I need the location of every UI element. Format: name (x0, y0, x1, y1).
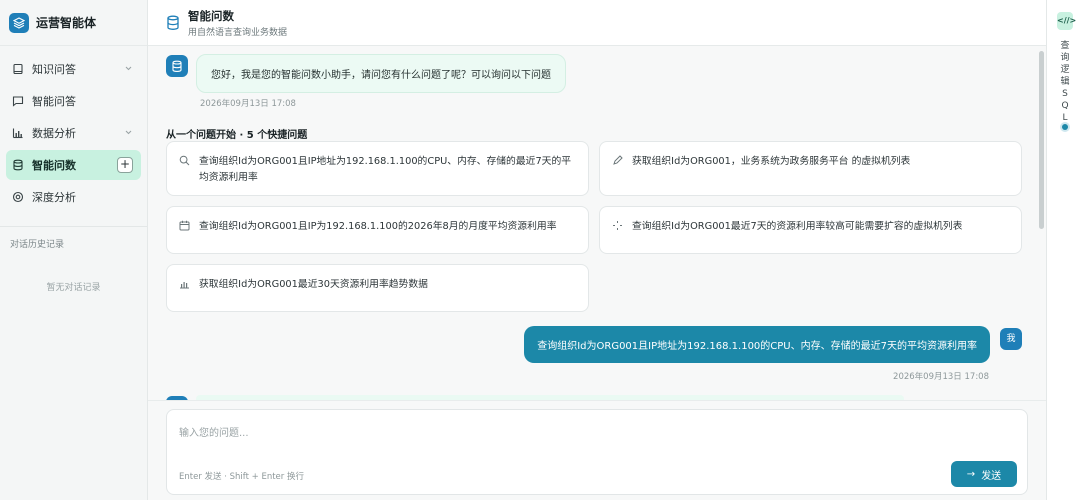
send-button[interactable]: → 发送 (951, 461, 1017, 487)
sidebar-item-smart-data-query[interactable]: 智能问数 + (6, 150, 141, 180)
sidebar-item-label: 数据分析 (32, 127, 76, 140)
book-icon (11, 62, 25, 76)
app-title: 运营智能体 (36, 16, 97, 30)
pen-icon (612, 155, 623, 166)
history-heading: 对话历史记录 (10, 240, 65, 250)
code-toggle-button[interactable]: <//> (1057, 12, 1076, 30)
sidebar-item-label: 智能问答 (32, 95, 76, 108)
target-icon (11, 190, 25, 204)
chat-icon (11, 94, 25, 108)
bars-icon (179, 278, 190, 289)
bar-chart-icon (11, 126, 25, 140)
quick-question-card[interactable]: 获取组织Id为ORG001，业务系统为政务服务平台 的虚拟机列表 (599, 141, 1022, 196)
sidebar-item-data-analysis[interactable]: 数据分析 (6, 118, 141, 148)
bot-message-bubble: 您好，我是您的智能问数小助手，请问您有什么问题了呢？可以询问以下问题 (196, 54, 566, 93)
chevron-down-icon (124, 63, 133, 76)
sidebar-nav: 知识问答 智能问答 数据分析 智能问数 + 深度分析 (0, 46, 147, 212)
send-button-label: 发送 (981, 470, 1002, 482)
database-icon (166, 15, 180, 31)
quick-question-card[interactable]: 查询组织Id为ORG001且IP地址为192.168.1.100的CPU、内存、… (166, 141, 589, 196)
quick-question-text: 查询组织Id为ORG001且IP为192.168.1.100的2026年8月的月… (199, 221, 557, 232)
quick-question-card[interactable]: 查询组织Id为ORG001最近7天的资源利用率较高可能需要扩容的虚拟机列表 (599, 206, 1022, 254)
sql-logic-tab[interactable]: 查询逻辑SQL (1059, 40, 1071, 124)
page-header: 智能问数 用自然语言查询业务数据 (148, 0, 1046, 46)
user-message-bubble: 查询组织Id为ORG001且IP地址为192.168.1.100的CPU、内存、… (524, 326, 990, 363)
sidebar-item-label: 智能问数 (32, 159, 76, 172)
chat-area[interactable]: 您好，我是您的智能问数小助手，请问您有什么问题了呢？可以询问以下问题 2026年… (148, 46, 1046, 400)
new-chat-button[interactable]: + (117, 157, 133, 173)
sidebar-item-label: 知识问答 (32, 63, 76, 76)
sidebar: 运营智能体 知识问答 智能问答 数据分析 智能问数 + 深度分析 对话历史记录 … (0, 0, 148, 500)
composer-area: 输入您的问题... Enter 发送 · Shift + Enter 换行 → … (148, 400, 1046, 500)
sidebar-item-knowledge-qa[interactable]: 知识问答 (6, 54, 141, 84)
sidebar-item-deep-analysis[interactable]: 深度分析 (6, 182, 141, 212)
loading-icon (612, 220, 623, 231)
quick-question-card[interactable]: 查询组织Id为ORG001且IP为192.168.1.100的2026年8月的月… (166, 206, 589, 254)
chevron-down-icon (124, 127, 133, 140)
page-subtitle: 用自然语言查询业务数据 (188, 27, 288, 38)
composer-hint: Enter 发送 · Shift + Enter 换行 (179, 472, 304, 482)
quick-question-text: 获取组织Id为ORG001最近30天资源利用率趋势数据 (199, 279, 428, 290)
quick-question-text: 获取组织Id为ORG001，业务系统为政务服务平台 的虚拟机列表 (632, 156, 911, 167)
quick-questions-title: 从一个问题开始 · 5 个快捷问题 (166, 130, 308, 141)
chat-scrollbar[interactable] (1039, 51, 1044, 229)
search-icon (179, 155, 190, 166)
quick-question-card[interactable]: 获取组织Id为ORG001最近30天资源利用率趋势数据 (166, 264, 589, 312)
user-avatar: 我 (1000, 328, 1022, 350)
page-title: 智能问数 (188, 8, 234, 23)
right-rail: <//> 查询逻辑SQL (1046, 0, 1080, 500)
composer: 输入您的问题... Enter 发送 · Shift + Enter 换行 → … (166, 409, 1028, 495)
sidebar-item-smart-qa[interactable]: 智能问答 (6, 86, 141, 116)
calendar-icon (179, 220, 190, 231)
brand: 运营智能体 (0, 0, 147, 46)
quick-question-text: 查询组织Id为ORG001且IP地址为192.168.1.100的CPU、内存、… (199, 156, 572, 183)
quick-question-text: 查询组织Id为ORG001最近7天的资源利用率较高可能需要扩容的虚拟机列表 (632, 221, 963, 232)
message-timestamp: 2026年09月13日 17:08 (200, 99, 296, 109)
status-dot (1062, 124, 1068, 130)
database-icon (11, 158, 25, 172)
history-empty-text: 暂无对话记录 (46, 283, 101, 293)
bot-avatar (166, 55, 188, 77)
arrow-right-icon: → (966, 468, 976, 480)
sidebar-item-label: 深度分析 (32, 191, 76, 204)
message-timestamp: 2026年09月13日 17:08 (893, 372, 989, 382)
question-input[interactable]: 输入您的问题... (179, 424, 249, 439)
layers-logo-icon (9, 12, 29, 33)
